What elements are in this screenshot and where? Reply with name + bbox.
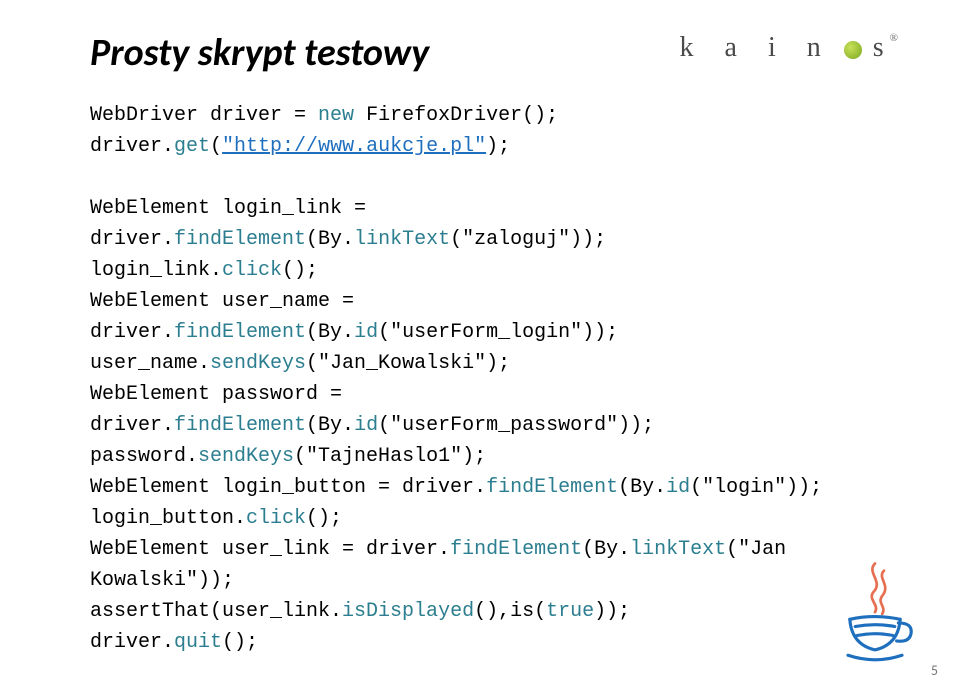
- code-text: driver.: [90, 414, 174, 437]
- code-text: ("Jan_Kowalski");: [306, 352, 510, 375]
- code-text: (By.: [618, 476, 666, 499]
- code-method: findElement: [486, 476, 618, 499]
- code-text: WebElement login_button = driver.: [90, 476, 486, 499]
- code-method: linkText: [354, 228, 450, 251]
- code-text: ("userForm_password"));: [378, 414, 654, 437]
- java-logo-icon: [830, 553, 920, 673]
- code-method: findElement: [174, 414, 306, 437]
- slide: k a i n s® Prosty skrypt testowy WebDriv…: [0, 0, 960, 658]
- code-text: driver.: [90, 135, 174, 158]
- code-text: assertThat(user_link.: [90, 600, 342, 623]
- logo-k: k: [680, 32, 706, 63]
- code-url: "http://www.aukcje.pl": [222, 135, 486, 158]
- logo-reg: ®: [890, 32, 910, 44]
- code-text: );: [486, 135, 510, 158]
- code-method: quit: [174, 631, 222, 654]
- code-method: linkText: [630, 538, 726, 561]
- code-method: get: [174, 135, 210, 158]
- code-method: click: [246, 507, 306, 530]
- code-text: ("userForm_login"));: [378, 321, 618, 344]
- code-method: findElement: [174, 228, 306, 251]
- code-method: id: [354, 321, 378, 344]
- logo-n: n: [807, 32, 833, 63]
- code-method: sendKeys: [198, 445, 294, 468]
- code-method: findElement: [450, 538, 582, 561]
- code-text: (By.: [306, 321, 354, 344]
- code-text: password.: [90, 445, 198, 468]
- logo-dot-icon: [844, 41, 862, 59]
- code-method: isDisplayed: [342, 600, 474, 623]
- code-keyword: new: [318, 104, 354, 127]
- code-text: ();: [306, 507, 342, 530]
- logo-i: i: [768, 32, 788, 63]
- code-text: ));: [594, 600, 630, 623]
- logo-a: a: [725, 32, 749, 63]
- code-text: ("zaloguj"));: [450, 228, 606, 251]
- code-text: ("TajneHaslo1");: [294, 445, 486, 468]
- code-text: (By.: [582, 538, 630, 561]
- code-method: click: [222, 259, 282, 282]
- code-keyword: true: [546, 600, 594, 623]
- code-method: id: [666, 476, 690, 499]
- code-text: WebDriver driver =: [90, 104, 318, 127]
- code-text: ("login"));: [690, 476, 822, 499]
- code-block: WebDriver driver = new FirefoxDriver(); …: [90, 100, 890, 658]
- code-text: WebElement user_link = driver.: [90, 538, 450, 561]
- code-text: user_name.: [90, 352, 210, 375]
- code-text: (),is(: [474, 600, 546, 623]
- code-text: (By.: [306, 228, 354, 251]
- kainos-logo: k a i n s®: [680, 32, 910, 64]
- code-text: login_link.: [90, 259, 222, 282]
- code-method: findElement: [174, 321, 306, 344]
- code-method: id: [354, 414, 378, 437]
- code-text: WebElement password =: [90, 383, 342, 406]
- logo-text: k a i n s®: [680, 32, 910, 64]
- code-method: sendKeys: [210, 352, 306, 375]
- code-text: ();: [282, 259, 318, 282]
- code-text: login_button.: [90, 507, 246, 530]
- code-text: (By.: [306, 414, 354, 437]
- code-text: FirefoxDriver();: [354, 104, 558, 127]
- code-text: (: [210, 135, 222, 158]
- code-text: ();: [222, 631, 258, 654]
- page-number: 5: [931, 662, 938, 679]
- code-text: driver.: [90, 631, 174, 654]
